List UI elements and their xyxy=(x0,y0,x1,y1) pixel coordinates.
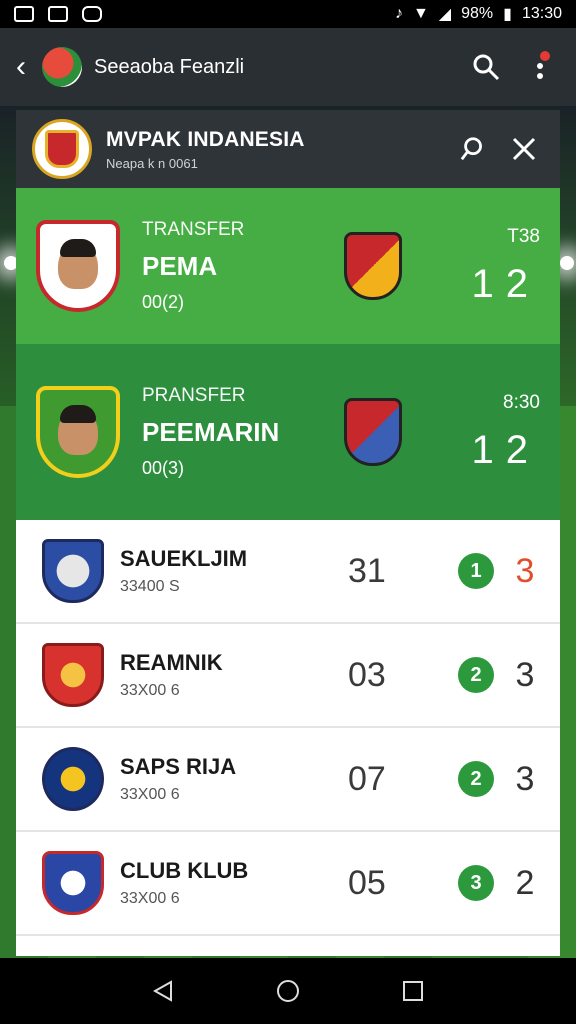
club-list: SAUEKLJIM 33400 S 31 1 3 REAMNIK 33X00 6… xyxy=(16,520,560,956)
list-item-peek xyxy=(16,936,560,956)
player-code: 00(3) xyxy=(142,458,185,478)
club-number: 07 xyxy=(348,759,386,798)
battery-icon: ▮ xyxy=(503,6,512,23)
club-crest-icon xyxy=(42,539,104,603)
app-bar: ‹ Seeaoba Feanzli xyxy=(0,28,576,106)
nav-back-button[interactable] xyxy=(143,971,183,1011)
club-crest-icon xyxy=(42,747,104,811)
club-name: CLUB KLUB xyxy=(120,858,249,883)
club-crest-icon xyxy=(42,851,104,915)
home-circle-icon xyxy=(276,980,299,1002)
score-away: 2 xyxy=(505,427,540,472)
list-item[interactable]: SAUEKLJIM 33400 S 31 1 3 xyxy=(16,520,560,624)
match-card: MVPAK INDANESIA Neapa k n 0061 TRANSFER … xyxy=(16,110,560,958)
club-sub: 33X00 6 xyxy=(120,890,180,907)
search-button[interactable] xyxy=(466,47,506,87)
match-time: 8:30 xyxy=(503,391,540,413)
club-crest-icon xyxy=(32,119,92,179)
notification-icon xyxy=(82,6,102,22)
player-name: PEMA xyxy=(142,251,218,281)
team-crest-icon xyxy=(344,398,402,466)
list-item[interactable]: SAPS RIJA 33X00 6 07 2 3 xyxy=(16,728,560,832)
card-header: MVPAK INDANESIA Neapa k n 0061 xyxy=(16,110,560,188)
transfer-item[interactable]: PRANSFER PEEMARIN 00(3) 8:30 12 xyxy=(16,344,560,520)
app-title: Seeaoba Feanzli xyxy=(94,55,245,78)
wifi-icon: ▼ xyxy=(412,5,429,22)
club-score: 3 xyxy=(515,759,535,798)
club-name: SAPS RIJA xyxy=(120,754,237,779)
clock: 13:30 xyxy=(521,5,562,22)
close-icon xyxy=(512,137,536,161)
back-triangle-icon xyxy=(152,980,172,1002)
club-number: 31 xyxy=(348,551,386,590)
close-button[interactable] xyxy=(504,129,544,169)
list-item[interactable]: CLUB KLUB 33X00 6 05 3 2 xyxy=(16,832,560,936)
more-options-button[interactable] xyxy=(520,47,560,87)
match-score: 12 xyxy=(464,428,540,473)
nav-home-button[interactable] xyxy=(268,971,308,1011)
match-time: T38 xyxy=(507,225,540,247)
club-score: 2 xyxy=(515,863,535,902)
system-nav-bar xyxy=(0,958,576,1024)
club-score: 3 xyxy=(515,655,535,694)
list-item[interactable]: REAMNIK 33X00 6 03 2 3 xyxy=(16,624,560,728)
rank-badge: 2 xyxy=(458,761,494,797)
notification-dot xyxy=(540,51,550,61)
score-home: 1 xyxy=(471,261,506,306)
club-name: SAUEKLJIM xyxy=(120,546,248,571)
transfer-label: TRANSFER xyxy=(142,219,245,240)
club-sub: 33X00 6 xyxy=(120,682,180,699)
club-number: 03 xyxy=(348,655,386,694)
status-bar: ♪ ▼ ◢ 98% ▮ 13:30 xyxy=(0,0,576,28)
player-code: 00(2) xyxy=(142,292,185,312)
rank-badge: 2 xyxy=(458,657,494,693)
card-subtitle: Neapa k n 0061 xyxy=(106,155,198,171)
player-portrait xyxy=(36,220,120,312)
rank-badge: 1 xyxy=(458,553,494,589)
player-name: PEEMARIN xyxy=(142,417,280,447)
score-away: 2 xyxy=(505,261,540,306)
search-icon xyxy=(460,137,482,161)
camera-icon xyxy=(48,6,68,22)
club-sub: 33400 S xyxy=(120,578,180,595)
club-crest-icon xyxy=(42,643,104,707)
club-score: 3 xyxy=(515,551,535,590)
player-portrait xyxy=(36,386,120,478)
signal-icon: ◢ xyxy=(438,6,452,23)
card-title: MVPAK INDANESIA xyxy=(106,127,305,151)
app-logo xyxy=(42,47,82,87)
match-score: 12 xyxy=(464,262,540,307)
club-number: 05 xyxy=(348,863,386,902)
battery-text: 98% xyxy=(461,5,494,22)
transfer-label: PRANSFER xyxy=(142,385,246,406)
gallery-icon xyxy=(14,6,34,22)
back-arrow-icon[interactable]: ‹ xyxy=(16,50,42,84)
score-home: 1 xyxy=(471,427,506,472)
nav-recents-button[interactable] xyxy=(393,971,433,1011)
club-name: REAMNIK xyxy=(120,650,223,675)
club-sub: 33X00 6 xyxy=(120,786,180,803)
transfer-item[interactable]: TRANSFER PEMA 00(2) T38 12 xyxy=(16,188,560,344)
floodlight xyxy=(560,256,574,270)
recents-square-icon xyxy=(403,981,424,1001)
search-icon xyxy=(473,54,500,81)
rank-badge: 3 xyxy=(458,865,494,901)
card-search-button[interactable] xyxy=(454,129,494,169)
vibrate-icon: ♪ xyxy=(391,5,403,22)
team-crest-icon xyxy=(344,232,402,300)
